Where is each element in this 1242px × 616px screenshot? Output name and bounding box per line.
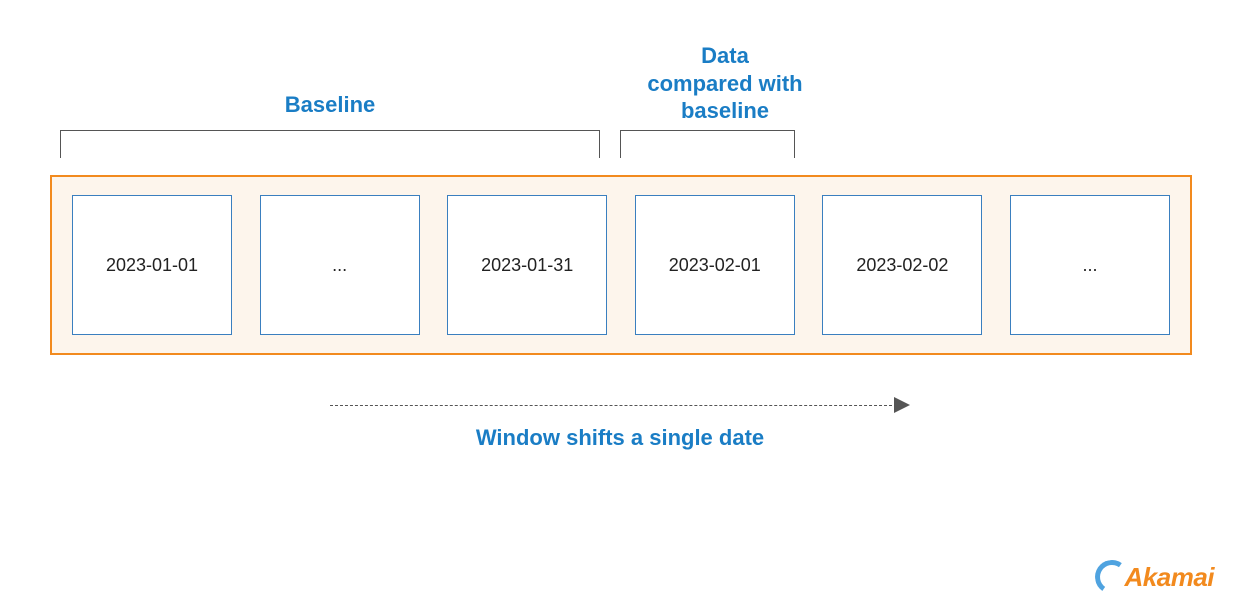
baseline-bracket — [60, 130, 600, 158]
date-cell: ... — [1010, 195, 1170, 335]
date-cell: 2023-01-31 — [447, 195, 607, 335]
date-cell: 2023-01-01 — [72, 195, 232, 335]
date-cell: ... — [260, 195, 420, 335]
shift-label: Window shifts a single date — [330, 425, 910, 451]
akamai-logo: Akamai — [1095, 560, 1215, 594]
shift-arrow-group: Window shifts a single date — [330, 395, 910, 451]
window-container: 2023-01-01 ... 2023-01-31 2023-02-01 202… — [50, 175, 1192, 355]
baseline-label: Baseline — [60, 92, 600, 118]
sliding-window-diagram: Baseline Data compared with baseline 202… — [0, 0, 1242, 616]
compare-label: Data compared with baseline — [610, 42, 840, 125]
date-cell: 2023-02-01 — [635, 195, 795, 335]
date-cell: 2023-02-02 — [822, 195, 982, 335]
compare-bracket — [620, 130, 795, 158]
arrow-icon — [330, 395, 910, 415]
akamai-wordmark: Akamai — [1125, 562, 1215, 593]
